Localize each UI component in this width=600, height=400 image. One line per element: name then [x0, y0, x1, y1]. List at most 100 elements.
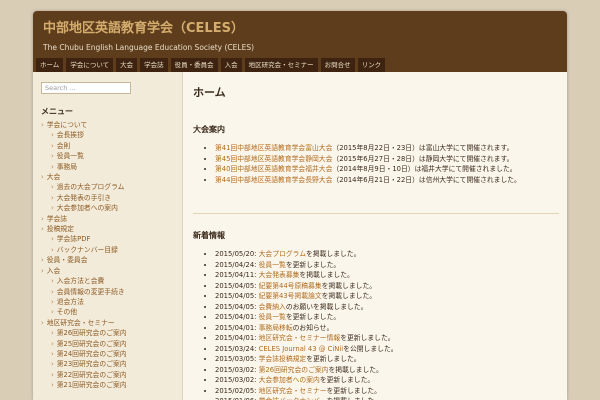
- news-text: を更新しました。: [340, 334, 395, 342]
- nav-item[interactable]: リンク: [357, 58, 386, 72]
- news-date: 2015/04/05:: [215, 302, 257, 311]
- news-link[interactable]: 地区研究会・セミナー情報: [259, 334, 341, 342]
- news-item: 2015/03/05: 学会誌投稿規定を更新しました。: [215, 354, 559, 365]
- sidebar-item[interactable]: その他: [41, 307, 174, 317]
- sidebar-item[interactable]: 事務局: [41, 162, 174, 172]
- news-date: 2015/04/01:: [215, 334, 257, 342]
- sidebar-item[interactable]: 大会: [41, 172, 174, 182]
- news-link[interactable]: 大会発表募集: [259, 271, 300, 279]
- event-link[interactable]: 第44回中部地区英語教育学会長野大会: [215, 176, 332, 184]
- news-link[interactable]: 地区研究会・セミナー: [259, 387, 327, 395]
- news-date: 2015/03/02:: [215, 365, 257, 374]
- sidebar-item[interactable]: 投稿規定: [41, 224, 174, 234]
- sidebar-item[interactable]: 大会発表の手引き: [41, 193, 174, 203]
- news-date: 2015/02/05:: [215, 386, 257, 395]
- news-date: 2015/03/05:: [215, 355, 257, 363]
- sidebar-item[interactable]: 第25回研究会のご案内: [41, 339, 174, 349]
- site-title[interactable]: 中部地区英語教育学会（CELES）: [43, 21, 557, 37]
- nav-item[interactable]: ホーム: [36, 58, 64, 72]
- nav-item[interactable]: 入会: [220, 58, 242, 72]
- news-text: のお願いを掲載しました。: [285, 302, 368, 311]
- news-item: 2015/04/05: 紀要第43号掲載論文を掲載しました。: [215, 291, 559, 302]
- nav-item[interactable]: 地区研究会・セミナー: [244, 58, 318, 72]
- news-date: 2015/05/20:: [215, 250, 257, 258]
- news-link[interactable]: 大会参加者への案内: [259, 376, 320, 384]
- event-link[interactable]: 第45回中部地区英語教育学会静岡大会: [215, 155, 332, 163]
- sidebar-item[interactable]: 学会誌: [41, 214, 174, 224]
- sidebar-item[interactable]: 第26回研究会のご案内: [41, 328, 174, 338]
- sidebar-item[interactable]: 会則: [41, 141, 174, 151]
- news-link[interactable]: 役員一覧: [259, 313, 286, 321]
- news-date: 2015/04/05:: [215, 281, 257, 290]
- news-list: 2015/05/20: 大会プログラムを掲載しました。2015/04/24: 役…: [193, 249, 559, 400]
- news-item: 2015/02/05: 地区研究会・セミナーを更新しました。: [215, 386, 559, 397]
- sidebar-item[interactable]: 会員情報の変更手続き: [41, 287, 174, 297]
- sidebar-item[interactable]: 第24回研究会のご案内: [41, 349, 174, 359]
- sidebar-item[interactable]: 学会について: [41, 120, 174, 130]
- nav-item[interactable]: 役員・委員会: [170, 58, 218, 72]
- sidebar-item[interactable]: 学会誌PDF: [41, 234, 174, 244]
- news-text: を更新しました。: [326, 386, 381, 395]
- sidebar-item[interactable]: 第22回研究会のご案内: [41, 370, 174, 380]
- sidebar-item[interactable]: 第21回研究会のご案内: [41, 380, 174, 390]
- news-date: 2015/03/24:: [215, 344, 257, 353]
- nav-item[interactable]: お問合せ: [320, 58, 355, 72]
- nav-item[interactable]: 大会: [116, 58, 138, 72]
- news-link[interactable]: 会費納入: [259, 303, 286, 311]
- site-description: The Chubu English Language Education Soc…: [43, 43, 254, 52]
- news-text: を掲載しました。: [306, 250, 361, 258]
- news-date: 2015/04/05:: [215, 292, 257, 300]
- news-link[interactable]: 紀要第44号原稿募集: [259, 282, 322, 290]
- news-item: 2015/03/02: 大会参加者への案内を更新しました。: [215, 375, 559, 386]
- sidebar-item[interactable]: 役員・委員会: [41, 255, 174, 265]
- main-nav: ホーム 学会について 大会 学会誌 役員・委員会 入会 地区研究会・セミナー お問合せ リンク: [33, 58, 567, 72]
- news-link[interactable]: 紀要第43号掲載論文: [259, 292, 322, 300]
- news-link[interactable]: 第26回研究会のご案内: [259, 366, 329, 374]
- search-input[interactable]: Search ...: [41, 82, 131, 94]
- sidebar-item[interactable]: 入会: [41, 266, 174, 276]
- news-text: を掲載しました。: [321, 281, 377, 290]
- news-link[interactable]: 役員一覧: [259, 261, 286, 269]
- sidebar-item[interactable]: 入会方法と会費: [41, 276, 174, 286]
- news-item: 2015/04/01: 地区研究会・セミナー情報を更新しました。: [215, 333, 559, 344]
- news-text: のお知らせ。: [292, 323, 334, 332]
- sidebar-item[interactable]: 過去の大会プログラム: [41, 182, 174, 192]
- news-item: 2015/04/05: 紀要第44号原稿募集を掲載しました。: [215, 281, 559, 292]
- sidebar-item[interactable]: 第23回研究会のご案内: [41, 359, 174, 369]
- sidebar-item[interactable]: バックナンバー目録: [41, 245, 174, 255]
- news-link[interactable]: CELES Journal 43 @ CiNii: [259, 345, 344, 353]
- event-text: （2015年8月22日・23日）は富山大学にて開催されます。: [332, 144, 514, 152]
- event-text: （2014年6月21日・22日）は信州大学にて開催されました。: [332, 175, 521, 184]
- main-content: ホーム 大会案内 第41回中部地区英語教育学会富山大会（2015年8月22日・2…: [183, 72, 567, 400]
- sidebar-item[interactable]: 地区研究会・セミナー: [41, 318, 174, 328]
- news-item: 2015/05/20: 大会プログラムを掲載しました。: [215, 249, 559, 260]
- event-link[interactable]: 第40回中部地区英語教育学会福井大会: [215, 165, 332, 173]
- news-text: を更新しました。: [285, 313, 341, 321]
- news-item: 2015/04/24: 役員一覧を更新しました。: [215, 260, 559, 271]
- sidebar-item[interactable]: 大会参加者への案内: [41, 203, 174, 213]
- news-link[interactable]: 大会プログラム: [259, 250, 306, 258]
- news-link[interactable]: 学会誌投稿規定: [259, 355, 307, 363]
- event-text: （2014年8月9日・10日）は福井大学にて開催されました。: [332, 165, 517, 173]
- sidebar-item[interactable]: 会長挨拶: [41, 130, 174, 140]
- events-heading: 大会案内: [193, 125, 225, 134]
- news-item: 2015/04/01: 役員一覧を更新しました。: [215, 312, 559, 323]
- news-text: を掲載しました。: [321, 292, 377, 300]
- news-item: 2015/01/06: 学会誌バックナンバーを掲載しました。: [215, 396, 559, 400]
- news-item: 2015/04/01: 事務局移転のお知らせ。: [215, 323, 559, 334]
- event-link[interactable]: 第41回中部地区英語教育学会富山大会: [215, 144, 332, 152]
- event-item: 第40回中部地区英語教育学会福井大会（2014年8月9日・10日）は福井大学にて…: [215, 164, 559, 175]
- nav-item[interactable]: 学会誌: [140, 58, 168, 72]
- sidebar-item[interactable]: 役員一覧: [41, 151, 174, 161]
- nav-item[interactable]: 学会について: [66, 58, 114, 72]
- news-date: 2015/04/11:: [215, 271, 257, 279]
- news-link[interactable]: 事務局移転: [259, 324, 293, 332]
- news-date: 2015/04/01:: [215, 323, 257, 332]
- event-text: （2015年6月27日・28日）は静岡大学にて開催されます。: [332, 154, 514, 163]
- event-item: 第44回中部地区英語教育学会長野大会（2014年6月21日・22日）は信州大学に…: [215, 175, 559, 186]
- sidebar: Search ... メニュー 学会について会長挨拶会則役員一覧事務局大会過去の…: [33, 72, 183, 400]
- news-heading: 新着情報: [193, 231, 225, 240]
- news-text: を掲載しました。: [328, 365, 383, 374]
- event-item: 第41回中部地区英語教育学会富山大会（2015年8月22日・23日）は富山大学に…: [215, 143, 559, 154]
- sidebar-item[interactable]: 退会方法: [41, 297, 174, 307]
